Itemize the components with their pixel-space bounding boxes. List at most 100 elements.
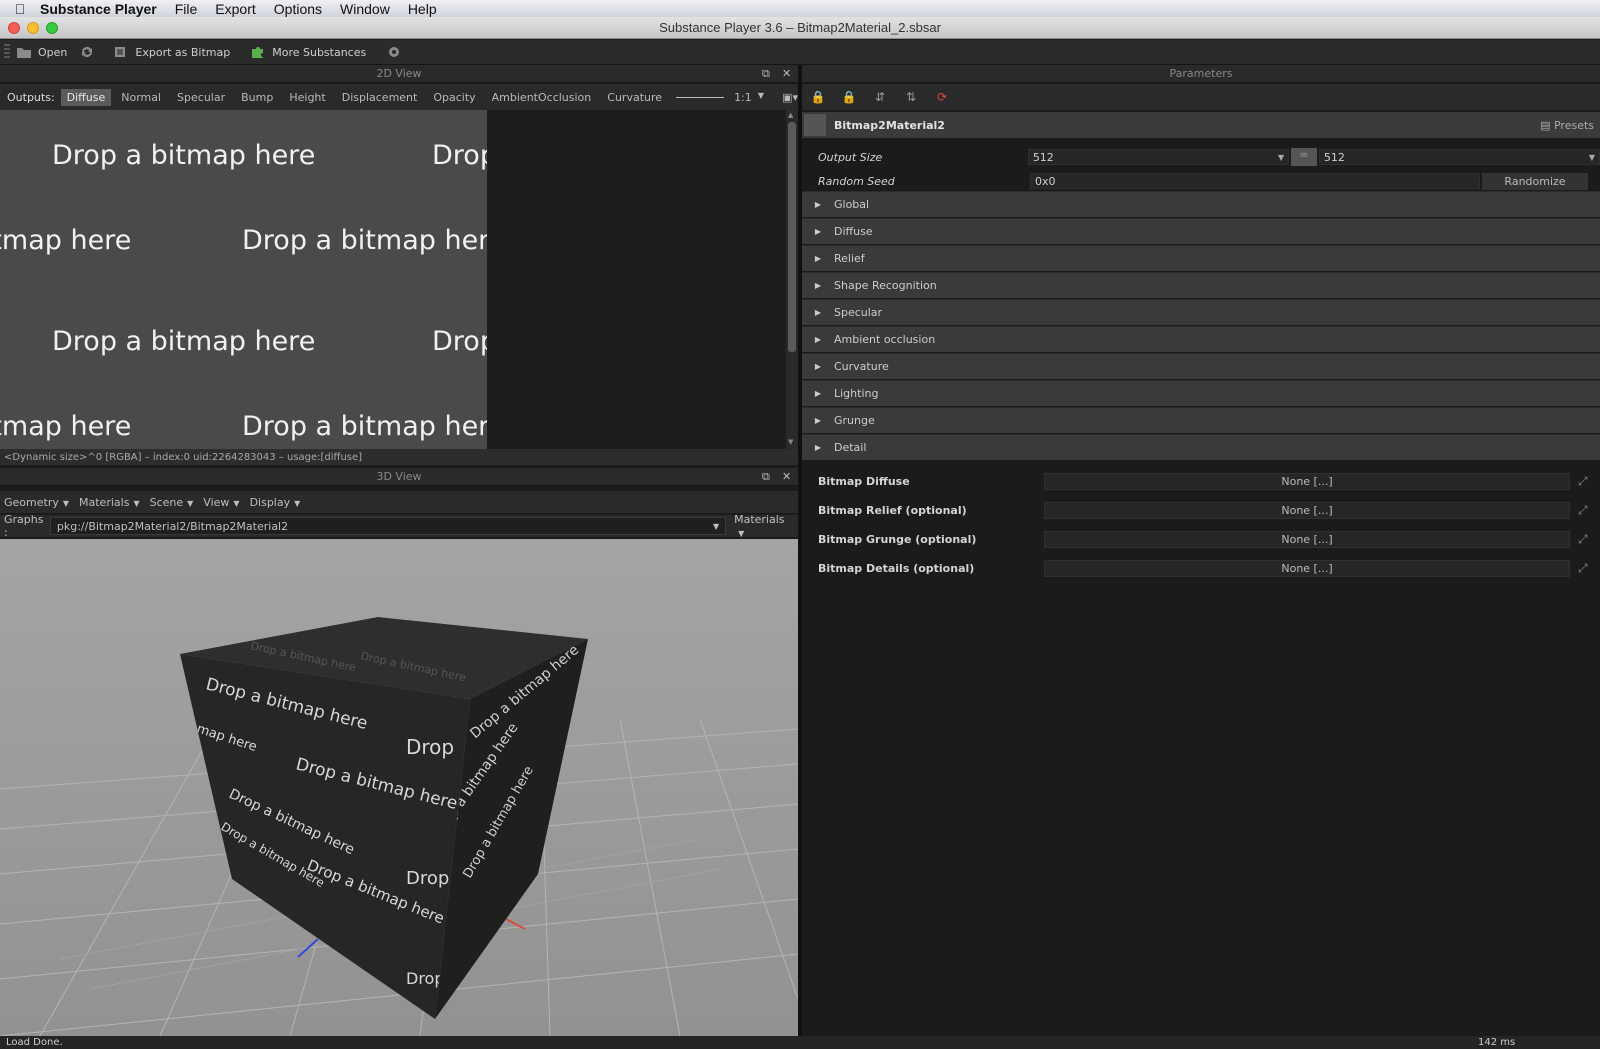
view2d-float-icon[interactable]: ⧉ (762, 67, 770, 81)
scroll-thumb[interactable] (788, 122, 796, 352)
output-tab-ambientocclusion[interactable]: AmbientOcclusion (486, 89, 598, 106)
group-shape-recognition[interactable]: ▶ Shape Recognition (802, 272, 1600, 298)
output-tab-displacement[interactable]: Displacement (336, 89, 424, 106)
bitmap-relief-picker[interactable]: None [...] (1044, 501, 1570, 519)
menu-help[interactable]: Help (408, 1, 437, 17)
output-tab-diffuse[interactable]: Diffuse (60, 88, 112, 106)
collapse-icon[interactable]: ⤢ (1578, 532, 1596, 547)
zoom-value: 1:1 (734, 90, 752, 104)
open-button[interactable]: Open (10, 40, 73, 65)
lock-icon[interactable]: 🔒 (810, 90, 826, 104)
bitmap-relief-label: Bitmap Relief (optional) (818, 503, 967, 517)
view-mode-icon[interactable]: ▣▾ (782, 91, 798, 104)
menu-window[interactable]: Window (340, 1, 390, 17)
view2d-scrollbar[interactable]: ▲ ▼ (786, 110, 798, 449)
menu-options[interactable]: Options (274, 1, 322, 17)
settings-button[interactable] (380, 40, 414, 65)
group-ambient-occlusion[interactable]: ▶ Ambient occlusion (802, 326, 1600, 352)
reload-icon (82, 47, 93, 58)
texture-canvas[interactable]: Drop a bitmap here Drop a bitmap here Dr… (0, 110, 487, 449)
menu-geometry[interactable]: Geometry ▼ (4, 496, 69, 509)
chevron-down-icon: ▼ (233, 498, 240, 508)
paste-params-icon[interactable]: ⇅ (903, 90, 919, 104)
open-label: Open (38, 45, 68, 59)
output-tab-height[interactable]: Height (283, 89, 331, 106)
zoom-window-button[interactable] (46, 22, 58, 34)
group-relief[interactable]: ▶ Relief (802, 245, 1600, 271)
collapse-icon[interactable]: ⤢ (1578, 561, 1596, 576)
random-seed-input[interactable]: 0x0 (1030, 173, 1480, 189)
graph-header[interactable]: Bitmap2Material2 ▤ Presets (802, 112, 1600, 138)
export-bitmap-button[interactable]: Export as Bitmap (107, 40, 236, 65)
menu-file[interactable]: File (175, 1, 198, 17)
link-icon[interactable]: ∞ (1291, 148, 1317, 166)
group-diffuse[interactable]: ▶ Diffuse (802, 218, 1600, 244)
output-tab-curvature[interactable]: Curvature (601, 89, 668, 106)
bitmap-diffuse-picker[interactable]: None [...] (1044, 472, 1570, 490)
menu-scene[interactable]: Scene ▼ (150, 496, 194, 509)
drop-hint: Drop a bitmap here (0, 225, 132, 256)
menu-display[interactable]: Display ▼ (250, 496, 301, 509)
drop-hint: Drop a bitmap here (432, 326, 487, 357)
presets-icon: ▤ (1540, 118, 1551, 132)
group-specular[interactable]: ▶ Specular (802, 299, 1600, 325)
output-slider[interactable] (676, 96, 725, 98)
viewport-3d[interactable]: Drop a bitmap here Drop a bitmap here Dr… (0, 539, 798, 1036)
view3d-float-icon[interactable]: ⧉ (762, 470, 770, 484)
bitmap-grunge-label: Bitmap Grunge (optional) (818, 532, 977, 546)
zoom-select[interactable]: 1:1 ▼ (734, 91, 764, 104)
reload-button[interactable] (73, 40, 107, 65)
graph-select[interactable]: pkg://Bitmap2Material2/Bitmap2Material2 … (49, 517, 727, 535)
group-global[interactable]: ▶ Global (802, 191, 1600, 217)
copy-params-icon[interactable]: ⇵ (872, 90, 888, 104)
more-substances-button[interactable]: More Substances (244, 40, 372, 65)
menu-export[interactable]: Export (215, 1, 255, 17)
window-title-bar: Substance Player 3.6 – Bitmap2Material_2… (0, 17, 1600, 39)
randomize-button[interactable]: Randomize (1482, 172, 1588, 190)
output-tab-opacity[interactable]: Opacity (427, 89, 481, 106)
gear-icon (389, 47, 400, 57)
drop-hint: Drop a bitmap here (52, 326, 316, 357)
view2d-close-icon[interactable]: ✕ (782, 67, 791, 80)
group-lighting[interactable]: ▶ Lighting (802, 380, 1600, 406)
output-tab-normal[interactable]: Normal (115, 89, 167, 106)
menu-materials[interactable]: Materials ▼ (79, 496, 140, 509)
close-window-button[interactable] (8, 22, 20, 34)
group-curvature-label: Curvature (834, 360, 889, 373)
minimize-window-button[interactable] (27, 22, 39, 34)
materials-label: Materials (734, 513, 785, 526)
menu-app-name[interactable]: Substance Player (40, 1, 157, 17)
output-tab-specular[interactable]: Specular (171, 89, 231, 106)
chevron-down-icon: ▼ (62, 498, 70, 508)
chevron-down-icon: ▼ (738, 529, 745, 538)
graph-path: pkg://Bitmap2Material2/Bitmap2Material2 (56, 519, 289, 533)
group-grunge[interactable]: ▶ Grunge (802, 407, 1600, 433)
menu-bar:  Substance Player File Export Options W… (0, 0, 1600, 17)
scroll-down-icon[interactable]: ▼ (788, 438, 793, 446)
materials-select[interactable]: Materials ▼ (726, 513, 798, 539)
collapse-icon[interactable]: ⤢ (1578, 503, 1596, 518)
view3d-close-icon[interactable]: ✕ (782, 470, 791, 483)
output-size-width-select[interactable]: 512 ▼ (1027, 149, 1290, 165)
bitmap-grunge-picker[interactable]: None [...] (1044, 530, 1570, 548)
chevron-down-icon: ▼ (757, 90, 765, 100)
apple-icon[interactable]:  (0, 1, 40, 17)
bitmap-details-picker[interactable]: None [...] (1044, 559, 1570, 577)
group-curvature[interactable]: ▶ Curvature (802, 353, 1600, 379)
drop-hint: Drop a bitmap here (242, 225, 487, 256)
output-tab-bump[interactable]: Bump (235, 89, 279, 106)
collapse-icon[interactable]: ⤢ (1578, 474, 1596, 489)
menu-materials-label: Materials (79, 495, 130, 509)
presets-button[interactable]: ▤ Presets (1540, 119, 1594, 132)
menu-view[interactable]: View ▼ (203, 496, 239, 509)
group-detail[interactable]: ▶ Detail (802, 434, 1600, 460)
group-grunge-label: Grunge (834, 414, 875, 427)
output-size-height-select[interactable]: 512 ▼ (1318, 149, 1600, 165)
more-substances-label: More Substances (272, 45, 367, 59)
lock-all-icon[interactable]: 🔒 (841, 90, 857, 104)
scroll-up-icon[interactable]: ▲ (788, 111, 793, 119)
menu-scene-label: Scene (149, 495, 184, 509)
chevron-down-icon: ▼ (187, 498, 194, 508)
reset-icon[interactable]: ⟳ (934, 90, 950, 104)
export-icon (115, 47, 126, 57)
